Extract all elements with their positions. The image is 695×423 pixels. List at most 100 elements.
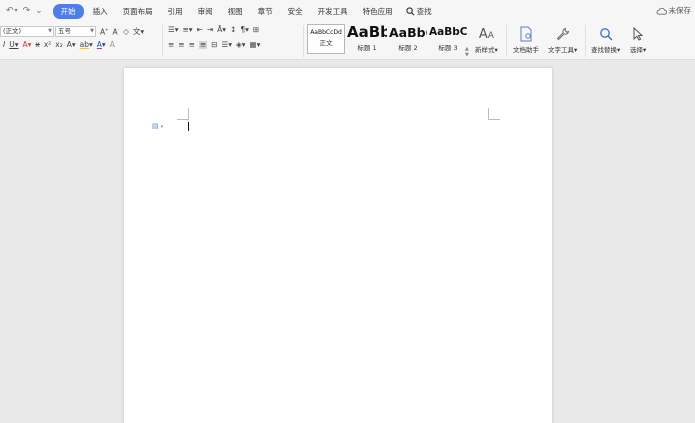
style-normal[interactable]: AaBbCcDd 正文 [307,24,345,54]
phonetic-guide-icon[interactable]: 文▾ [133,28,144,36]
paragraph-layout-icon[interactable]: ▤ ▾ [152,122,163,130]
chevron-down-icon: ▼ [90,28,94,34]
decrease-indent-icon[interactable]: ⇤ [197,26,203,34]
table-border-icon[interactable]: ⊞ [253,26,259,34]
strikethrough-icon[interactable]: x [35,41,39,49]
font-group-row2: I U▾ A▾ x x² x₂ A▾ ab▾ A▾ A [3,41,119,49]
doc-helper-label: 文档助手 [513,46,539,54]
sort-icon[interactable]: ↕ [230,26,236,34]
new-style-label: 新样式▾ [475,46,498,54]
undo-dropdown-icon[interactable]: ▾ [15,8,18,14]
font-color-icon[interactable]: A▾ [97,41,106,49]
chevron-down-icon: ▼ [48,28,52,34]
margin-corner-mark [488,108,500,120]
clear-format-icon[interactable]: ◇ [123,28,129,36]
style-heading-2[interactable]: AaBbC 标题 2 [389,24,427,54]
find-replace-label: 查找替换▾ [591,46,621,54]
redo-icon[interactable]: ↷ [23,6,31,16]
unsaved-status[interactable]: 未保存 [656,5,692,16]
show-marks-icon[interactable]: ¶▾ [240,26,249,34]
bullet-list-icon[interactable]: ☰▾ [168,26,179,34]
text-direction-icon[interactable]: Ā▾ [217,26,226,34]
grow-font-icon[interactable]: A+ [100,27,109,36]
search-box[interactable]: 查找 [406,6,432,17]
underline-icon[interactable]: U▾ [9,41,18,49]
shading-icon[interactable]: ◈▾ [236,41,246,49]
title-tab-bar: ↶ ▾ ↷ ⌄ 开始 插入 页面布局 引用 审阅 视图 章节 安全 开发工具 特… [0,0,695,22]
tab-section[interactable]: 章节 [252,4,279,19]
style-preview: AaBb [347,24,387,41]
wrench-icon [556,25,570,43]
margin-corner-mark [177,108,189,120]
numbered-list-icon[interactable]: ≡▾ [183,26,193,34]
search-label: 查找 [416,6,432,16]
text-effect-icon[interactable]: A▾ [22,41,31,49]
style-preview: AaBbCcDd [310,29,342,36]
new-style-button[interactable]: AA 新样式▾ [475,25,498,55]
font-group-row1: (正文) ▼ 五号 ▼ A+ A- ◇ 文▾ [0,26,148,37]
find-replace-button[interactable]: 查找替换▾ [591,25,620,54]
wps-writer-window: ↶ ▾ ↷ ⌄ 开始 插入 页面布局 引用 审阅 视图 章节 安全 开发工具 特… [0,0,695,423]
tab-view[interactable]: 视图 [222,4,249,19]
style-preview: AaBbC [429,26,467,38]
tab-page-layout[interactable]: 页面布局 [117,4,159,19]
font-name-select[interactable]: (正文) ▼ [0,26,54,37]
tab-developer[interactable]: 开发工具 [312,4,354,19]
cloud-icon [656,7,667,15]
superscript-icon[interactable]: x² [44,41,51,49]
font-name-value: (正文) [3,27,22,35]
tab-references[interactable]: 引用 [162,4,189,19]
divider [162,25,163,57]
quick-access-toolbar: ↶ ▾ ↷ ⌄ [6,6,43,16]
document-area[interactable]: ▤ ▾ [0,60,695,423]
text-tools-button[interactable]: 文字工具▾ [548,25,577,54]
style-label: 标题 2 [398,44,418,52]
document-page[interactable]: ▤ ▾ [124,68,552,423]
styles-more-arrows[interactable]: ▲ ▼ [465,46,469,58]
magnifier-icon [599,25,613,43]
justify-icon[interactable]: ≡ [198,41,208,49]
highlight-icon[interactable]: ab▾ [80,41,93,49]
align-center-icon[interactable]: ≡ [178,41,184,49]
home-ribbon: (正文) ▼ 五号 ▼ A+ A- ◇ 文▾ I U▾ A▾ x x² x₂ A▾ … [0,22,695,60]
style-label: 标题 3 [438,44,458,52]
text-outline-icon[interactable]: A▾ [67,41,76,49]
style-label: 正文 [319,39,333,47]
divider [303,25,304,57]
doc-helper-button[interactable]: 文档助手 [513,25,539,54]
text-cursor [188,122,189,131]
chevron-down-icon[interactable]: ▼ [465,52,469,58]
align-right-icon[interactable]: ≡ [189,41,195,49]
borders-icon[interactable]: ▦▾ [250,41,261,49]
tab-insert[interactable]: 插入 [87,4,114,19]
paragraph-group-row2: ≡ ≡ ≡ ≡ ⊟ ☰▾ ◈▾ ▦▾ [168,41,264,49]
unsaved-label: 未保存 [668,6,692,15]
tab-special-apps[interactable]: 特色应用 [357,4,399,19]
undo-icon[interactable]: ↶ [6,6,14,16]
font-size-value: 五号 [58,27,71,35]
text-tools-label: 文字工具▾ [548,46,578,54]
document-icon [519,25,533,43]
italic-icon[interactable]: I [3,41,5,49]
select-button[interactable]: 选择▾ [630,25,646,54]
styles-gallery: AaBbCcDd 正文 AaBb 标题 1 AaBbC 标题 2 AaBbC 标… [307,24,472,54]
line-spacing-icon[interactable]: ☰▾ [221,41,232,49]
divider [585,25,586,57]
style-label: 标题 1 [357,44,377,52]
tab-home[interactable]: 开始 [52,3,84,19]
style-heading-3[interactable]: AaBbC 标题 3 [429,24,467,54]
customize-quick-access-icon[interactable]: ⌄ [35,6,43,16]
character-shading-icon[interactable]: A [110,41,115,49]
new-style-icon: AA [478,26,494,42]
font-size-select[interactable]: 五号 ▼ [55,26,96,37]
tab-review[interactable]: 审阅 [192,4,219,19]
align-left-icon[interactable]: ≡ [168,41,174,49]
subscript-icon[interactable]: x₂ [55,41,62,49]
tab-security[interactable]: 安全 [282,4,309,19]
distributed-icon[interactable]: ⊟ [211,41,217,49]
ribbon-tabs: 开始 插入 页面布局 引用 审阅 视图 章节 安全 开发工具 特色应用 [52,3,402,19]
style-heading-1[interactable]: AaBb 标题 1 [347,24,387,54]
select-label: 选择▾ [630,46,647,54]
increase-indent-icon[interactable]: ⇥ [207,26,213,34]
shrink-font-icon[interactable]: A- [113,27,120,36]
